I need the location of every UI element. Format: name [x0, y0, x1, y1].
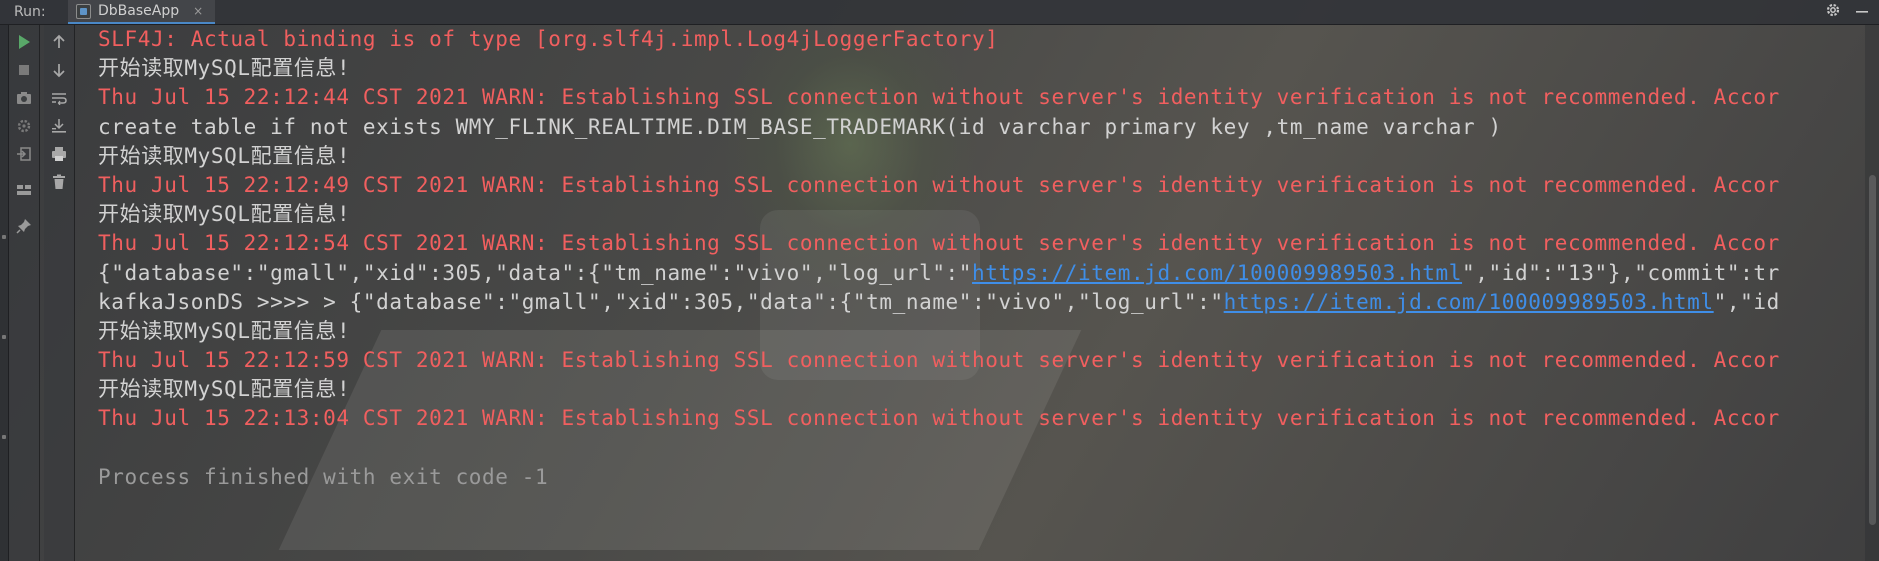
console-line: 开始读取MySQL配置信息! [98, 318, 351, 343]
pin-icon[interactable] [13, 215, 35, 237]
arrow-down-icon[interactable] [48, 59, 70, 81]
trash-icon[interactable] [48, 171, 70, 193]
console-warning-line: Thu Jul 15 22:13:04 CST 2021 WARN: Estab… [98, 406, 1780, 431]
header-actions [1825, 0, 1869, 24]
console-warning-line: Thu Jul 15 22:12:44 CST 2021 WARN: Estab… [98, 85, 1780, 110]
debug-gear-icon[interactable] [13, 115, 35, 137]
console-line: create table if not exists WMY_FLINK_REA… [98, 114, 1502, 139]
console-warning-line: Thu Jul 15 22:12:59 CST 2021 WARN: Estab… [98, 348, 1780, 373]
camera-icon[interactable] [13, 87, 35, 109]
run-toolbar-secondary [44, 25, 75, 561]
console-line: 开始读取MySQL配置信息! [98, 377, 351, 402]
run-label: Run: [14, 4, 46, 20]
minimize-icon[interactable] [1855, 3, 1869, 22]
print-icon[interactable] [48, 143, 70, 165]
run-icon[interactable] [13, 31, 35, 53]
tab-close-button[interactable]: × [193, 4, 203, 18]
console-warning-line: SLF4J: Actual binding is of type [org.sl… [98, 27, 999, 51]
vertical-scrollbar[interactable] [1865, 25, 1879, 561]
tab-dbbaseapp[interactable]: DbBaseApp × [68, 0, 216, 24]
console-warning-line: Thu Jul 15 22:12:49 CST 2021 WARN: Estab… [98, 172, 1780, 197]
console-url-link[interactable]: https://item.jd.com/100009989503.html [972, 261, 1462, 285]
console-line: 开始读取MySQL配置信息! [98, 143, 351, 168]
console-text: kafkaJsonDS >>>> > {"database":"gmall","… [98, 289, 1224, 314]
exit-icon[interactable] [13, 143, 35, 165]
arrow-up-icon[interactable] [48, 31, 70, 53]
gutter-marker [2, 335, 6, 339]
gutter-marker [2, 235, 6, 239]
console-line: kafkaJsonDS >>>> > {"database":"gmall","… [80, 288, 1865, 317]
scrollbar-thumb[interactable] [1869, 175, 1876, 525]
settings-gear-icon[interactable] [1825, 2, 1841, 22]
application-icon [76, 3, 91, 19]
scroll-to-end-icon[interactable] [48, 115, 70, 137]
console-line: 开始读取MySQL配置信息! [98, 202, 351, 227]
layout-icon[interactable] [13, 179, 35, 201]
ide-run-window: Run: DbBaseApp × SLF4J: Actual binding i… [0, 0, 1879, 561]
left-edge-strip [0, 25, 9, 561]
gutter-marker [2, 435, 6, 439]
console-output[interactable]: SLF4J: Actual binding is of type [org.sl… [80, 25, 1865, 561]
console-exit-line: Process finished with exit code -1 [98, 464, 549, 489]
console-url-link[interactable]: https://item.jd.com/100009989503.html [1224, 290, 1714, 314]
console-line: 开始读取MySQL配置信息! [98, 56, 351, 81]
soft-wrap-icon[interactable] [48, 87, 70, 109]
run-toolbar-primary [9, 25, 40, 561]
stop-icon[interactable] [13, 59, 35, 81]
console-text: ","id":"13"},"commit":tr [1462, 260, 1780, 285]
console-text: {"database":"gmall","xid":305,"data":{"t… [98, 260, 973, 285]
console-text: ","id [1713, 289, 1780, 314]
tab-label: DbBaseApp [98, 3, 180, 19]
run-toolwindow-header: Run: DbBaseApp × [0, 0, 1879, 25]
console-line: {"database":"gmall","xid":305,"data":{"t… [80, 259, 1865, 288]
console-warning-line: Thu Jul 15 22:12:54 CST 2021 WARN: Estab… [98, 231, 1780, 256]
